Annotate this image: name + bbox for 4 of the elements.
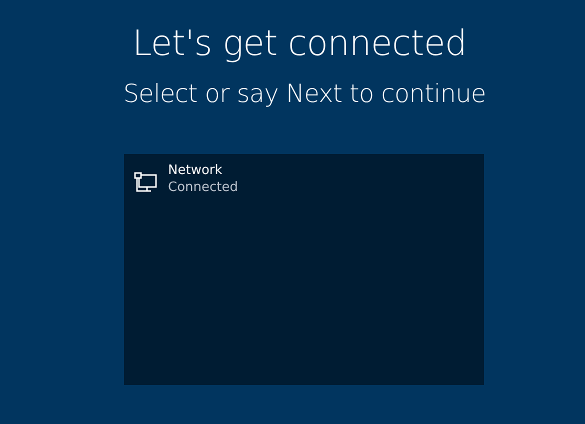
page-subtitle: Select or say Next to continue [122, 78, 487, 110]
page-title: Let's get connected [131, 23, 468, 66]
network-item[interactable]: Network Connected [134, 162, 238, 197]
network-icon [134, 172, 158, 194]
